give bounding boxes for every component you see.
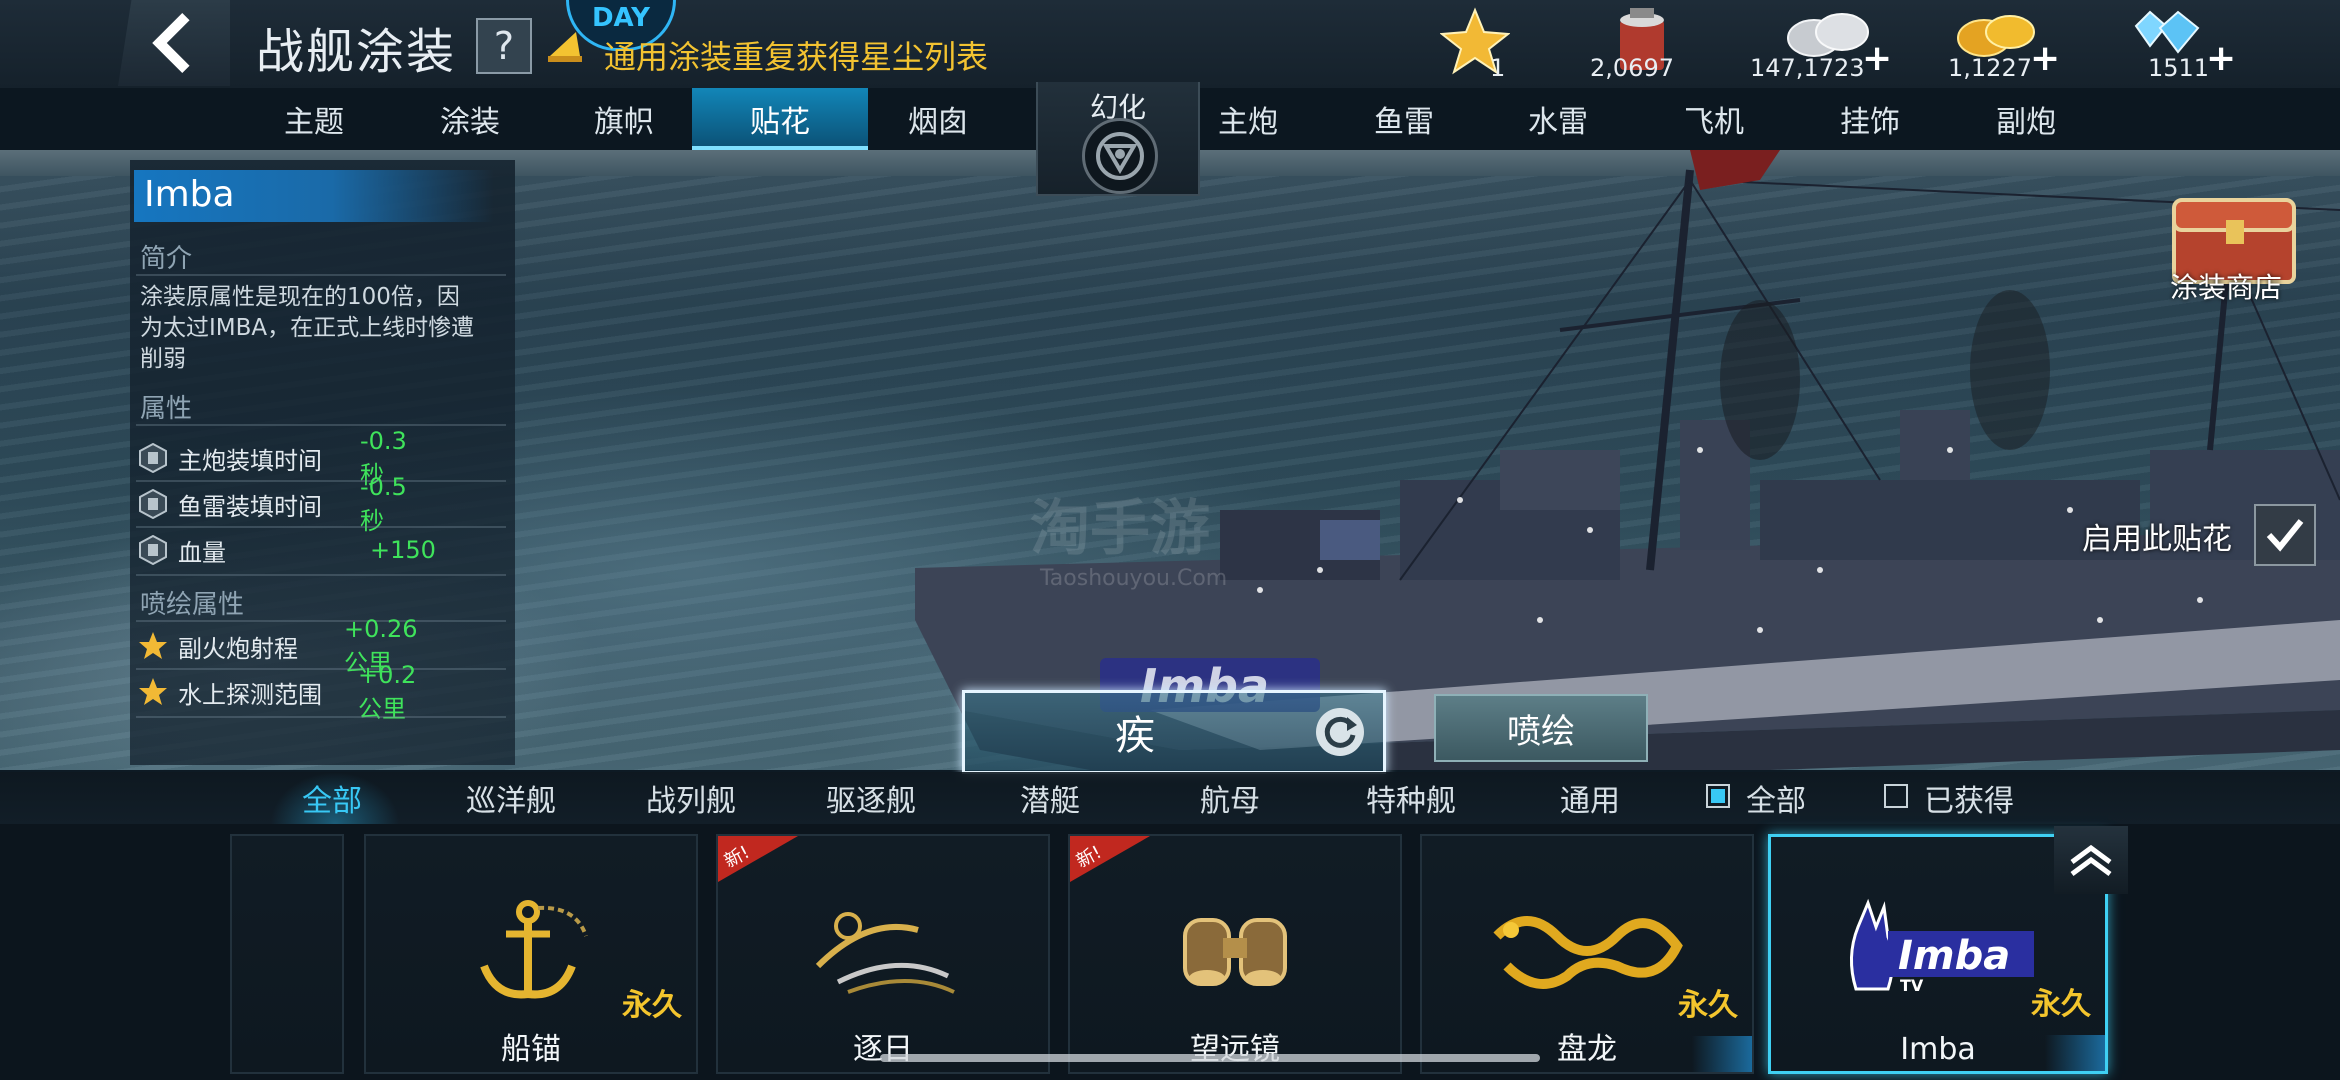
paint-shop-button[interactable]: 涂装商店	[2170, 266, 2282, 306]
ship-attr-icon	[139, 535, 167, 565]
permanent-tag: 永久	[622, 988, 682, 1023]
decal-item-strip: 永久 船锚 新! 逐日 新! 望远镜 永久 盘龙 Imba TV 永久 Imba	[0, 824, 2340, 1080]
divider	[136, 480, 506, 482]
tab-torpedo[interactable]: 鱼雷	[1352, 88, 1456, 150]
enable-decal-label: 启用此贴花	[2082, 522, 2232, 557]
decal-card[interactable]: 新! 逐日	[716, 834, 1050, 1074]
sun-chaser-icon	[815, 912, 955, 994]
tab-theme[interactable]: 主题	[262, 88, 366, 150]
attr-row: 鱼雷装填时间 -0.5 秒	[138, 473, 407, 535]
divider	[136, 620, 506, 622]
svg-text:TV: TV	[1900, 976, 1924, 995]
morph-button[interactable]: 幻化	[1036, 82, 1200, 196]
imba-logo-icon: Imba TV	[1849, 898, 2034, 995]
filter-cruiser[interactable]: 巡洋舰	[466, 776, 556, 820]
watermark: 淘手游	[1030, 494, 1210, 564]
owned-filter-all-checkbox[interactable]	[1706, 784, 1730, 808]
new-ribbon: 新!	[1070, 836, 1150, 882]
filter-destroyer[interactable]: 驱逐舰	[826, 776, 916, 820]
gold-star-icon	[139, 632, 167, 659]
resource-paint[interactable]: 2,0697	[1590, 0, 1700, 88]
gold-star-icon	[139, 678, 167, 705]
refresh-icon[interactable]	[1313, 705, 1367, 759]
decal-card[interactable]: 新! 望远镜	[1068, 834, 1402, 1074]
ship-attr-icon	[139, 489, 167, 519]
home-indicator[interactable]	[880, 1054, 1540, 1062]
divider	[136, 526, 506, 528]
decal-name: Imba	[1900, 1032, 1976, 1067]
tab-main-gun[interactable]: 主炮	[1196, 88, 1300, 150]
morph-triangle-icon	[1082, 118, 1158, 194]
tab-aircraft[interactable]: 飞机	[1662, 88, 1766, 150]
collapse-strip-button[interactable]	[2054, 826, 2128, 894]
watermark-url: Taoshouyou.Com	[1040, 566, 1228, 591]
tab-decal[interactable]: 贴花	[692, 88, 868, 150]
attr-row: 血量 +150	[138, 530, 436, 570]
tab-flag[interactable]: 旗帜	[572, 88, 676, 150]
filter-battleship[interactable]: 战列舰	[646, 776, 736, 820]
svg-text:Imba: Imba	[1898, 933, 2010, 979]
attr-row: 主炮装填时间 -0.3 秒	[138, 427, 407, 489]
filter-submarine[interactable]: 潜艇	[1020, 776, 1080, 820]
double-chevron-up-icon	[2070, 844, 2112, 877]
divider	[136, 274, 506, 276]
decal-name: 船锚	[501, 1032, 561, 1067]
help-button[interactable]: ?	[476, 18, 532, 74]
add-gold-button[interactable]: +	[2030, 38, 2060, 79]
speed-mode-label: 疾	[1115, 713, 1155, 759]
decal-card[interactable]: 永久 船锚	[364, 834, 698, 1074]
divider	[136, 668, 506, 670]
resource-silver[interactable]: 147,1723 +	[1750, 0, 1910, 88]
dragon-icon	[1493, 916, 1683, 989]
divider	[136, 424, 506, 426]
owned-filter-obtained-label[interactable]: 已获得	[1924, 776, 2014, 820]
spray-paint-button[interactable]: 喷绘	[1434, 694, 1648, 762]
intro-text: 涂装原属性是现在的100倍，因为太过IMBA，在正式上线时惨遭削弱	[140, 284, 475, 372]
tab-funnel[interactable]: 烟囱	[886, 88, 990, 150]
ship-type-filter-bar: 全部 巡洋舰 战列舰 驱逐舰 潜艇 航母 特种舰 通用 全部 已获得	[0, 772, 2340, 824]
resource-diamond[interactable]: 1511 +	[2126, 0, 2246, 88]
add-silver-button[interactable]: +	[1862, 38, 1892, 79]
permanent-tag: 永久	[1678, 988, 1738, 1023]
binoculars-icon	[1183, 918, 1287, 986]
page-title: 战舰涂装	[256, 24, 457, 80]
speed-mode-button[interactable]: 疾	[962, 690, 1386, 774]
attr-heading: 属性	[140, 394, 193, 424]
resource-star[interactable]: 1	[1440, 0, 1530, 88]
anchor-icon	[480, 900, 588, 999]
back-button[interactable]	[118, 0, 230, 86]
add-diamond-button[interactable]: +	[2206, 38, 2236, 79]
filter-special[interactable]: 特种舰	[1366, 776, 1456, 820]
filter-all[interactable]: 全部	[302, 776, 362, 820]
tab-ornament[interactable]: 挂饰	[1818, 88, 1922, 150]
stardust-list-link[interactable]: 通用涂装重复获得星尘列表	[604, 32, 988, 78]
spray-attr-row: 副火炮射程 +0.26 公里	[138, 615, 418, 677]
ship-attr-icon	[139, 443, 167, 473]
tab-secondary-gun[interactable]: 副炮	[1974, 88, 2078, 150]
decal-info-panel: Imba 简介 涂装原属性是现在的100倍，因为太过IMBA，在正式上线时惨遭削…	[130, 160, 515, 765]
back-arrow-icon	[152, 12, 190, 74]
spray-attr-row: 水上探测范围 +0.2 公里	[138, 661, 416, 723]
intro-heading: 简介	[140, 244, 193, 274]
new-ribbon: 新!	[718, 836, 798, 882]
megaphone-icon	[548, 32, 582, 62]
checkmark-icon	[2266, 519, 2304, 552]
owned-filter-all-label[interactable]: 全部	[1746, 776, 1806, 820]
decal-card-partial[interactable]	[230, 834, 344, 1074]
divider	[136, 716, 506, 718]
decal-name: Imba	[134, 170, 494, 222]
top-bar: 战舰涂装 ? DAY 通用涂装重复获得星尘列表 1 2,0697 147,172…	[0, 0, 2340, 88]
spray-attr-heading: 喷绘属性	[140, 590, 245, 620]
enable-decal-checkbox[interactable]	[2254, 504, 2316, 566]
filter-carrier[interactable]: 航母	[1200, 776, 1260, 820]
divider	[136, 574, 506, 576]
resource-gold[interactable]: 1,1227 +	[1948, 0, 2078, 88]
owned-filter-obtained-checkbox[interactable]	[1884, 784, 1908, 808]
tab-mine[interactable]: 水雷	[1506, 88, 1610, 150]
decal-card[interactable]: 永久 盘龙	[1420, 834, 1754, 1074]
tab-paint[interactable]: 涂装	[418, 88, 522, 150]
filter-general[interactable]: 通用	[1560, 776, 1620, 820]
permanent-tag: 永久	[2031, 987, 2091, 1022]
